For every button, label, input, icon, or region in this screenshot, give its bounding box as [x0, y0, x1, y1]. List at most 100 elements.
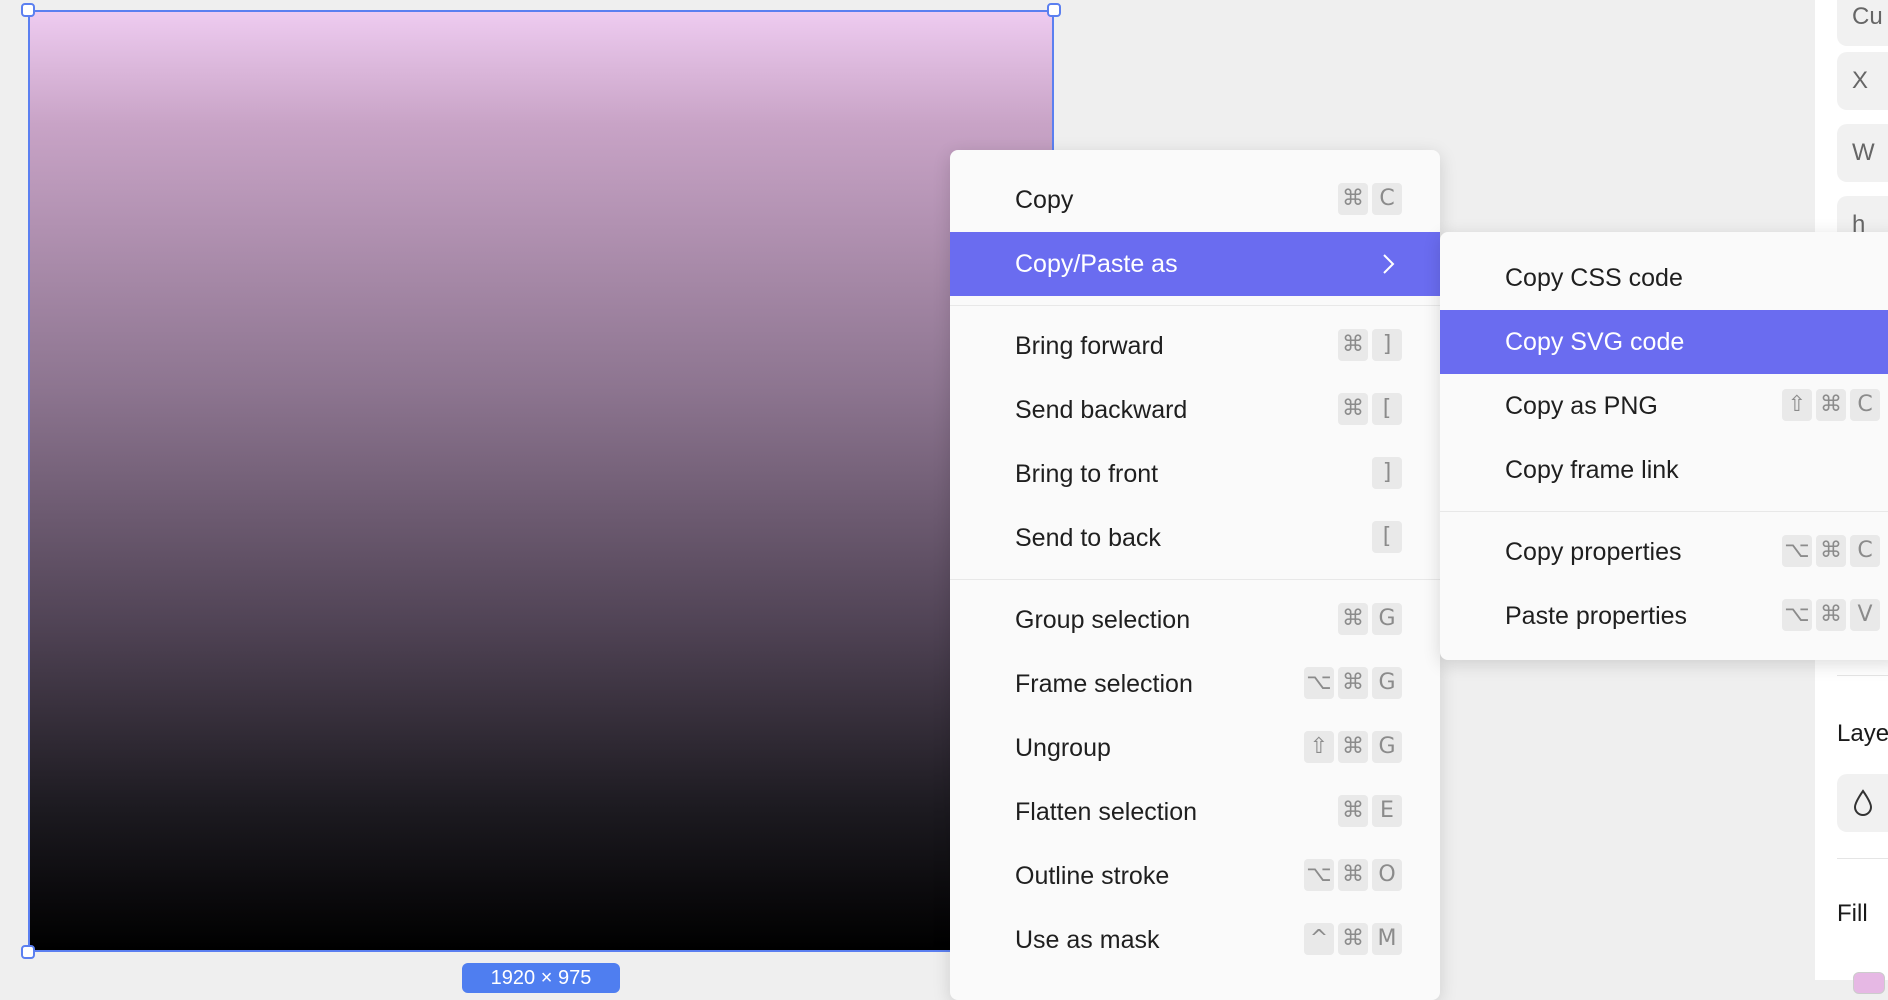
opacity-drop-icon [1853, 789, 1873, 816]
copy-paste-as-submenu: Copy CSS code Copy SVG code Copy as PNG ⇧ ⌘ C… [1440, 232, 1888, 660]
shortcut-key: C [1850, 389, 1880, 421]
menu-item-label: Copy frame link [1505, 455, 1679, 484]
shortcut-key: C [1850, 535, 1880, 567]
shortcut-key: ⌘ [1338, 393, 1368, 425]
menu-item-label: Ungroup [1015, 733, 1111, 762]
menu-item-copy-frame-link[interactable]: Copy frame link [1440, 438, 1888, 502]
panel-divider [1837, 858, 1888, 859]
shortcut-key: ⌘ [1338, 859, 1368, 891]
shortcut-key: ] [1372, 329, 1402, 361]
shortcut-key: ⌘ [1338, 329, 1368, 361]
shortcut-keys: ⇧ ⌘ C [1782, 389, 1880, 421]
menu-item-copy-paste-as[interactable]: Copy/Paste as [950, 232, 1440, 296]
menu-item-outline-stroke[interactable]: Outline stroke ⌥ ⌘ O [950, 844, 1440, 908]
menu-item-copy-css-code[interactable]: Copy CSS code [1440, 246, 1888, 310]
shortcut-key: [ [1372, 521, 1402, 553]
shortcut-keys: ⌘ C [1338, 183, 1402, 215]
resize-handle-bottom-left[interactable] [21, 945, 35, 959]
menu-item-bring-forward[interactable]: Bring forward ⌘] [950, 314, 1440, 378]
width-field[interactable]: W [1837, 124, 1888, 182]
shortcut-key: E [1372, 795, 1402, 827]
shortcut-key: ⌘ [1338, 795, 1368, 827]
layer-section-title: Laye [1837, 720, 1888, 747]
x-position-field[interactable]: X [1837, 52, 1888, 110]
opacity-field[interactable] [1837, 774, 1888, 832]
shortcut-key: G [1372, 603, 1402, 635]
shortcut-keys: ⌘ E [1338, 795, 1402, 827]
shortcut-key: ] [1372, 457, 1402, 489]
menu-item-label: Copy CSS code [1505, 263, 1683, 292]
menu-item-label: Send to back [1015, 523, 1161, 552]
menu-item-label: Flatten selection [1015, 797, 1198, 826]
shortcut-key: ⇧ [1304, 731, 1334, 763]
shortcut-key: ⇧ [1782, 389, 1812, 421]
menu-item-label: Copy SVG code [1505, 327, 1685, 356]
menu-item-use-as-mask[interactable]: Use as mask ^ ⌘ M [950, 908, 1440, 972]
shortcut-key: ⌥ [1782, 599, 1812, 631]
shortcut-key: ⌥ [1304, 859, 1334, 891]
shortcut-keys: ^ ⌘ M [1304, 923, 1402, 955]
shortcut-keys: ⌘[ [1338, 393, 1402, 425]
shortcut-key: C [1372, 183, 1402, 215]
menu-item-ungroup[interactable]: Ungroup ⇧ ⌘ G [950, 716, 1440, 780]
fill-color-swatch[interactable] [1853, 972, 1885, 994]
menu-item-label: Copy properties [1505, 537, 1682, 566]
shortcut-key: O [1372, 859, 1402, 891]
menu-item-label: Paste properties [1505, 601, 1688, 630]
menu-divider [1440, 511, 1888, 512]
shortcut-key: ⌥ [1782, 535, 1812, 567]
menu-item-frame-selection[interactable]: Frame selection ⌥ ⌘ G [950, 652, 1440, 716]
shortcut-keys: ⇧ ⌘ G [1304, 731, 1402, 763]
menu-item-label: Send backward [1015, 395, 1188, 424]
resize-handle-top-right[interactable] [1047, 3, 1061, 17]
menu-divider [950, 579, 1440, 580]
shortcut-key: G [1372, 667, 1402, 699]
shortcut-keys: ⌘] [1338, 329, 1402, 361]
menu-item-label: Bring forward [1015, 331, 1164, 360]
shortcut-key: ⌘ [1338, 603, 1368, 635]
shortcut-key: ⌘ [1816, 535, 1846, 567]
fill-section-title: Fill [1837, 900, 1868, 927]
context-menu: Copy ⌘ C Copy/Paste as Bring forward ⌘] Send b… [950, 150, 1440, 1000]
menu-item-flatten-selection[interactable]: Flatten selection ⌘ E [950, 780, 1440, 844]
shortcut-keys: ⌘ G [1338, 603, 1402, 635]
shortcut-key: V [1850, 599, 1880, 631]
shortcut-keys: ⌥ ⌘ O [1304, 859, 1402, 891]
menu-item-label: Copy/Paste as [1015, 249, 1178, 278]
menu-item-label: Copy as PNG [1505, 391, 1658, 420]
shortcut-key: G [1372, 731, 1402, 763]
shortcut-keys: ⌥ ⌘ V [1782, 599, 1880, 631]
menu-item-paste-properties[interactable]: Paste properties ⌥ ⌘ V [1440, 584, 1888, 648]
menu-item-bring-to-front[interactable]: Bring to front] [950, 442, 1440, 506]
menu-item-copy-properties[interactable]: Copy properties ⌥ ⌘ C [1440, 520, 1888, 584]
selected-frame[interactable] [28, 10, 1054, 952]
menu-item-label: Frame selection [1015, 669, 1193, 698]
menu-divider [950, 305, 1440, 306]
panel-divider [1837, 675, 1888, 676]
shortcut-key: ⌘ [1338, 731, 1368, 763]
shortcut-keys: ⌥ ⌘ G [1304, 667, 1402, 699]
menu-item-label: Bring to front [1015, 459, 1159, 488]
frame-size-badge: 1920 × 975 [462, 963, 620, 993]
menu-item-copy[interactable]: Copy ⌘ C [950, 168, 1440, 232]
menu-item-label: Group selection [1015, 605, 1191, 634]
menu-item-label: Copy [1015, 185, 1074, 214]
shortcut-key: ⌥ [1304, 667, 1334, 699]
chevron-right-icon [1383, 254, 1395, 274]
shortcut-key: ⌘ [1338, 183, 1368, 215]
menu-item-send-to-back[interactable]: Send to back [ [950, 506, 1440, 570]
shortcut-key: ⌘ [1816, 599, 1846, 631]
shortcut-keys: [ [1372, 521, 1402, 553]
menu-item-group-selection[interactable]: Group selection ⌘ G [950, 588, 1440, 652]
shortcut-key: M [1372, 923, 1402, 955]
shortcut-keys: ] [1372, 457, 1402, 489]
top-field[interactable]: Cu [1837, 0, 1888, 46]
menu-item-copy-as-png[interactable]: Copy as PNG ⇧ ⌘ C [1440, 374, 1888, 438]
resize-handle-top-left[interactable] [21, 3, 35, 17]
menu-item-copy-svg-code[interactable]: Copy SVG code [1440, 310, 1888, 374]
shortcut-key: ^ [1304, 923, 1334, 955]
menu-item-label: Use as mask [1015, 925, 1160, 954]
menu-item-send-backward[interactable]: Send backward ⌘[ [950, 378, 1440, 442]
shortcut-key: [ [1372, 393, 1402, 425]
shortcut-key: ⌘ [1338, 667, 1368, 699]
